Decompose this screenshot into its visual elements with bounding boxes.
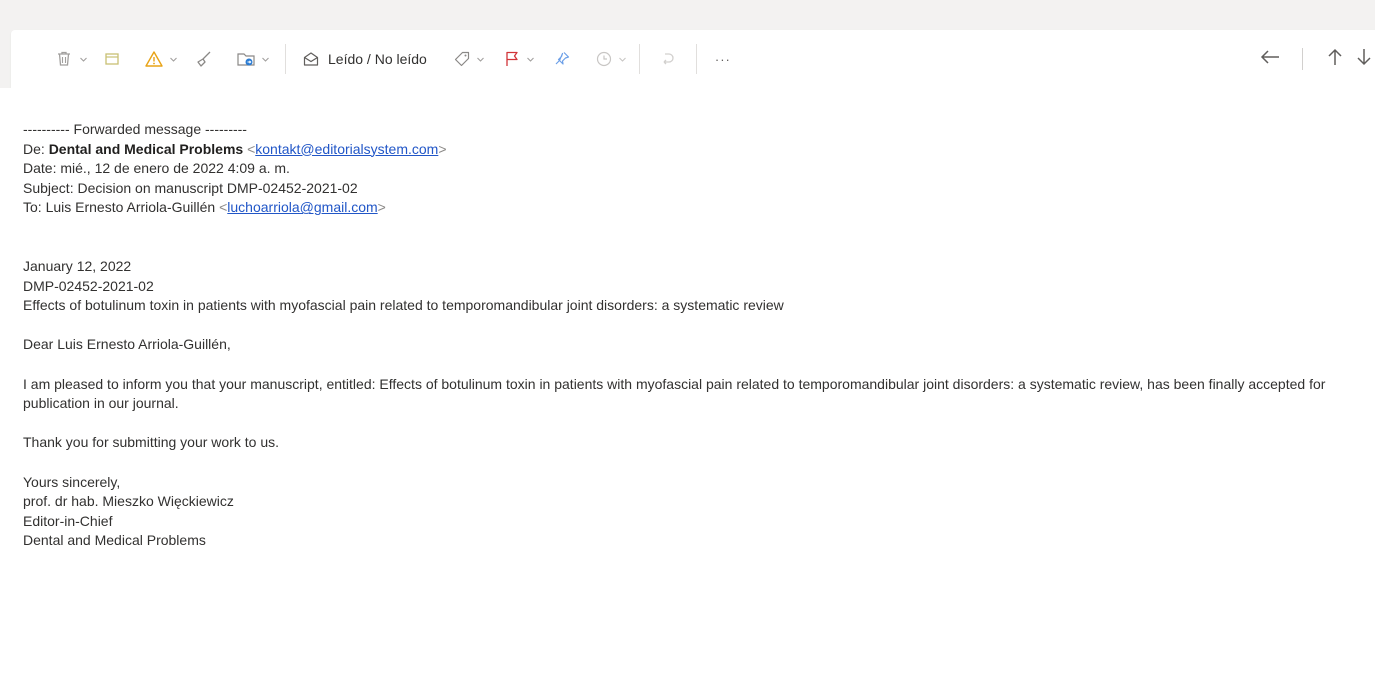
tag-button[interactable] [447, 43, 491, 75]
envelope-open-icon [300, 48, 322, 70]
sweep-icon [193, 48, 215, 70]
more-icon: ··· [714, 51, 731, 67]
read-unread-button[interactable]: Leído / No leído [296, 43, 431, 75]
chevron-down-icon[interactable] [167, 53, 179, 65]
from-line: De: Dental and Medical Problems <kontakt… [23, 140, 1353, 160]
angle-close: > [377, 199, 386, 216]
acceptance-paragraph: I am pleased to inform you that your man… [23, 375, 1326, 412]
snooze-button[interactable] [589, 43, 633, 75]
archive-icon [101, 48, 123, 70]
chevron-down-icon[interactable] [617, 53, 629, 65]
salutation: Dear Luis Ernesto Arriola-Guillén, [23, 336, 231, 353]
back-button[interactable] [1252, 41, 1288, 77]
read-unread-label: Leído / No leído [328, 51, 427, 67]
previous-message-button[interactable] [1317, 41, 1353, 77]
signer-title: Editor-in-Chief [23, 512, 113, 529]
sender-email-link[interactable]: kontakt@editorialsystem.com [255, 141, 438, 157]
report-button[interactable] [139, 43, 183, 75]
undo-icon [656, 48, 678, 70]
toolbar-divider [285, 44, 286, 74]
archive-button[interactable] [97, 43, 127, 75]
date-line: Date: mié., 12 de enero de 2022 4:09 a. … [23, 160, 290, 177]
message-body: ---------- Forwarded message --------- D… [23, 120, 1353, 551]
closing: Yours sincerely, [23, 473, 121, 490]
toolbar-divider [695, 44, 697, 74]
message-toolbar: Leído / No leído ··· [11, 30, 1375, 88]
message-navigation [1252, 30, 1375, 88]
report-icon [143, 48, 165, 70]
from-prefix: De: [23, 140, 49, 157]
forwarded-header: ---------- Forwarded message --------- [23, 121, 247, 137]
pin-icon [551, 48, 573, 70]
toolbar-actions-left: Leído / No leído ··· [49, 30, 739, 88]
to-prefix: To: Luis Ernesto Arriola-Guillén [23, 199, 220, 216]
next-message-button[interactable] [1353, 41, 1375, 77]
flag-button[interactable] [497, 43, 541, 75]
more-options-button[interactable]: ··· [707, 43, 739, 75]
letter-date: January 12, 2022 [23, 257, 132, 274]
manuscript-title: Effects of botulinum toxin in patients w… [23, 297, 784, 314]
thanks-line: Thank you for submitting your work to us… [23, 434, 279, 451]
delete-icon [53, 48, 75, 70]
mail-reading-pane: Leído / No leído ··· ---------- Forwarde… [0, 0, 1375, 699]
arrow-left-icon [1259, 48, 1281, 71]
chevron-down-icon[interactable] [77, 53, 89, 65]
toolbar-divider [638, 44, 640, 74]
subject-line: Subject: Decision on manuscript DMP-0245… [23, 179, 358, 196]
chevron-down-icon[interactable] [525, 53, 537, 65]
to-line: To: Luis Ernesto Arriola-Guillén <luchoa… [23, 198, 1353, 218]
signer-name: prof. dr hab. Mieszko Więckiewicz [23, 493, 234, 510]
tag-icon [451, 48, 473, 70]
sweep-button[interactable] [189, 43, 219, 75]
recipient-email-link[interactable]: luchoarriola@gmail.com [227, 199, 377, 215]
undo-button[interactable] [652, 43, 682, 75]
arrow-down-icon [1355, 47, 1373, 72]
angle-close: > [438, 140, 447, 157]
flag-icon [501, 48, 523, 70]
chevron-down-icon[interactable] [259, 53, 271, 65]
arrow-up-icon [1326, 47, 1344, 72]
message-body-area: ---------- Forwarded message --------- D… [0, 88, 1375, 699]
manuscript-id: DMP-02452-2021-02 [23, 277, 154, 294]
delete-button[interactable] [49, 43, 93, 75]
signer-organization: Dental and Medical Problems [23, 532, 206, 549]
pin-button[interactable] [547, 43, 577, 75]
move-to-icon [235, 48, 257, 70]
chevron-down-icon[interactable] [475, 53, 487, 65]
sender-name: Dental and Medical Problems [48, 140, 244, 157]
snooze-icon [593, 48, 615, 70]
move-to-button[interactable] [231, 43, 275, 75]
nav-divider [1302, 48, 1303, 70]
